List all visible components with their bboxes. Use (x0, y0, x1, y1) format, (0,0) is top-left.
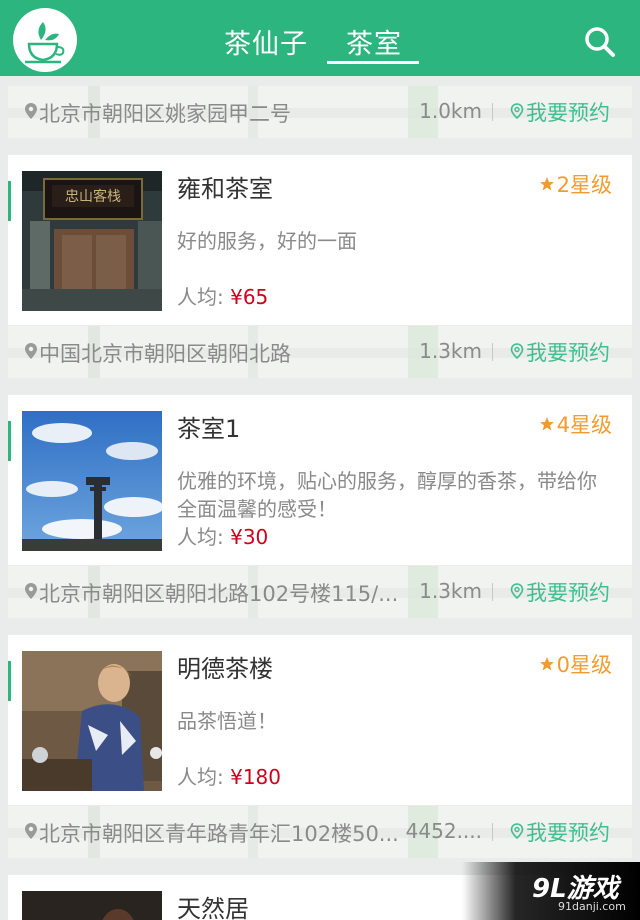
book-label: 我要预约 (526, 341, 610, 365)
divider (492, 583, 493, 601)
distance: 1.3km (419, 579, 482, 603)
card-accent (8, 661, 11, 701)
address-bar: 北京市朝阳区朝阳北路102号楼115/... 1.3km 我要预约 (8, 566, 632, 618)
teahouse-card[interactable]: 明德茶楼 0星级 品茶悟道！ 人均: ¥180 (8, 635, 632, 805)
price-value: ¥180 (230, 765, 282, 789)
active-tab-indicator (327, 61, 419, 64)
distance: 4452.... (405, 819, 482, 843)
star-icon (539, 657, 554, 671)
search-icon (585, 27, 615, 57)
divider (492, 103, 493, 121)
teahouse-photo (22, 651, 162, 791)
book-label: 我要预约 (526, 101, 610, 125)
distance: 1.0km (419, 99, 482, 123)
rating: 4星级 (539, 409, 612, 437)
book-label: 我要预约 (526, 821, 610, 845)
teahouse-name: 天然居 (177, 895, 249, 920)
teahouse-name: 茶室1 (177, 415, 241, 443)
tab-tea-room[interactable]: 茶室 (346, 22, 402, 61)
price-row: 人均: ¥30 (177, 521, 268, 550)
teahouse-photo: 忠山客栈 (22, 171, 162, 311)
teahouse-name: 明德茶楼 (177, 655, 273, 683)
rating: 0星级 (539, 649, 612, 677)
teahouse-name: 雍和茶室 (177, 175, 273, 203)
address-bar: 北京市朝阳区姚家园甲二号 1.0km 我要预约 (8, 86, 632, 138)
watermark: 9L游戏 91danji.com (462, 862, 640, 920)
teahouse-description: 优雅的环境，贴心的服务，醇厚的香茶，带给你全面温馨的感受！ (177, 469, 597, 521)
map-pin-outline-icon (510, 343, 524, 359)
location-pin-icon (25, 823, 37, 839)
watermark-url: 91danji.com (558, 900, 626, 913)
svg-text:忠山客栈: 忠山客栈 (65, 188, 121, 205)
teahouse-card[interactable]: 茶室1 4星级 优雅的环境，贴心的服务，醇厚的香茶，带给你全面温馨的感受！ 人均… (8, 395, 632, 565)
price-row: 人均: ¥180 (177, 761, 281, 790)
rating: 2星级 (539, 169, 612, 197)
teahouse-card[interactable]: 忠山客栈 雍和茶室 2星级 好的服务，好的一面 人均: ¥65 (8, 155, 632, 325)
address-text: 北京市朝阳区朝阳北路102号楼115/... (39, 582, 399, 606)
tab-tea-fairy[interactable]: 茶仙子 (224, 22, 308, 61)
price-label: 人均: (177, 525, 224, 549)
map-pin-outline-icon (510, 823, 524, 839)
teahouse-photo (22, 891, 162, 920)
header-tabs: 茶仙子 茶室 (0, 0, 640, 76)
star-icon (539, 177, 554, 191)
address-bar: 中国北京市朝阳区朝阳北路 1.3km 我要预约 (8, 326, 632, 378)
address-text: 中国北京市朝阳区朝阳北路 (39, 342, 291, 366)
star-icon (539, 417, 554, 431)
address-text: 北京市朝阳区青年路青年汇102楼50... (39, 822, 399, 846)
rating-label: 2星级 (556, 173, 612, 197)
map-pin-outline-icon (510, 103, 524, 119)
price-label: 人均: (177, 285, 224, 309)
address-text: 北京市朝阳区姚家园甲二号 (39, 102, 291, 126)
divider (492, 823, 493, 841)
price-label: 人均: (177, 765, 224, 789)
rating-label: 0星级 (556, 653, 612, 677)
location-pin-icon (25, 343, 37, 359)
teahouse-description: 品茶悟道！ (177, 709, 277, 733)
book-label: 我要预约 (526, 581, 610, 605)
divider (492, 343, 493, 361)
app-header: 茶仙子 茶室 (0, 0, 640, 76)
price-value: ¥65 (230, 285, 269, 309)
search-button[interactable] (582, 24, 618, 60)
location-pin-icon (25, 583, 37, 599)
distance: 1.3km (419, 339, 482, 363)
location-pin-icon (25, 103, 37, 119)
price-value: ¥30 (230, 525, 269, 549)
map-pin-outline-icon (510, 583, 524, 599)
address-bar: 北京市朝阳区青年路青年汇102楼50... 4452.... 我要预约 (8, 806, 632, 858)
card-accent (8, 181, 11, 221)
rating-label: 4星级 (556, 413, 612, 437)
price-row: 人均: ¥65 (177, 281, 268, 310)
teahouse-photo (22, 411, 162, 551)
teahouse-description: 好的服务，好的一面 (177, 229, 357, 253)
card-accent (8, 421, 11, 461)
